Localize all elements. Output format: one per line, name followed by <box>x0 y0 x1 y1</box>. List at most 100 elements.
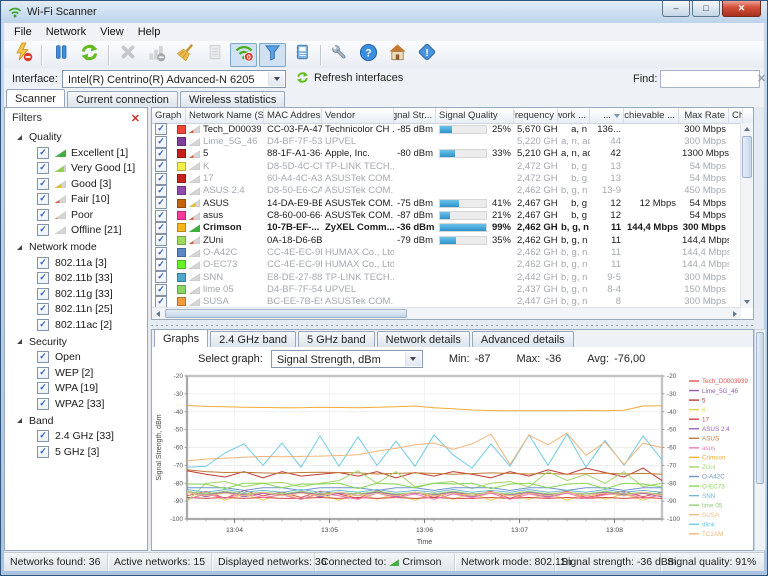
scrollbar-thumb[interactable] <box>165 309 407 318</box>
row-checkbox[interactable]: ✓ <box>155 234 167 246</box>
column-header-channel[interactable]: ... <box>590 108 624 123</box>
column-header-signal-quality[interactable]: Signal Quality <box>436 108 514 123</box>
filter-checkbox[interactable]: ✓ <box>37 209 49 221</box>
table-row[interactable]: ✓asusC8-60-00-66-...ASUSTek COM...-87 dB… <box>152 209 741 221</box>
column-header-frequency[interactable]: Frequency <box>514 108 558 123</box>
report-button[interactable] <box>288 43 315 67</box>
table-horizontal-scrollbar[interactable] <box>152 307 741 319</box>
find-clear-icon[interactable]: ✕ <box>757 72 766 85</box>
cleanup-button[interactable] <box>172 43 199 67</box>
row-checkbox[interactable]: ✓ <box>155 185 167 197</box>
minimize-button[interactable]: – <box>662 1 690 17</box>
filter-group-security[interactable]: Security <box>5 333 147 350</box>
filter-checkbox[interactable]: ✓ <box>37 224 49 236</box>
row-checkbox[interactable]: ✓ <box>155 284 167 296</box>
tab-advanced-details[interactable]: Advanced details <box>472 331 574 347</box>
filter-checkbox[interactable]: ✓ <box>37 193 49 205</box>
scrollbar-thumb[interactable] <box>742 136 752 178</box>
interface-select[interactable]: Intel(R) Centrino(R) Advanced-N 6205 <box>62 70 286 88</box>
row-checkbox[interactable]: ✓ <box>155 136 167 148</box>
filter-checkbox[interactable]: ✓ <box>37 398 49 410</box>
hide-offline-button[interactable]: 0 <box>230 43 257 67</box>
scrollbar-thumb[interactable] <box>756 332 764 484</box>
row-checkbox[interactable]: ✓ <box>155 210 167 222</box>
filter-checkbox[interactable]: ✓ <box>37 162 49 174</box>
column-header-graph[interactable]: Graph <box>152 108 186 123</box>
graphs-vertical-scrollbar[interactable] <box>754 329 766 551</box>
refresh-button[interactable] <box>76 43 103 67</box>
tab-5-ghz-band[interactable]: 5 GHz band <box>298 331 375 347</box>
filter-group-network-mode[interactable]: Network mode <box>5 238 147 255</box>
column-header-achievable[interactable]: Achievable ... <box>624 108 679 123</box>
table-row[interactable]: ✓Tech_D0003939CC-03-FA-47-...Technicolor… <box>152 123 741 135</box>
tab-graphs[interactable]: Graphs <box>154 329 208 347</box>
column-header-max-rate[interactable]: Max Rate <box>679 108 729 123</box>
filter-group-quality[interactable]: Quality <box>5 128 147 145</box>
filter-checkbox[interactable]: ✓ <box>37 257 49 269</box>
scroll-left-icon[interactable] <box>152 308 164 319</box>
row-checkbox[interactable]: ✓ <box>155 123 167 135</box>
title-bar[interactable]: Wi-Fi Scanner – □ ✕ <box>1 1 767 23</box>
table-row[interactable]: ✓O-A42CCC-4E-EC-9B-...HUMAX Co., Ltd.2,4… <box>152 246 741 258</box>
row-checkbox[interactable]: ✓ <box>155 222 167 234</box>
filter-checkbox[interactable]: ✓ <box>37 351 49 363</box>
panel-splitter[interactable] <box>151 322 754 328</box>
tab-scanner[interactable]: Scanner <box>6 89 65 107</box>
filter-checkbox[interactable]: ✓ <box>37 319 49 331</box>
scroll-up-icon[interactable] <box>741 123 753 135</box>
column-header-signal-str[interactable]: Signal Str... <box>394 108 436 123</box>
row-checkbox[interactable]: ✓ <box>155 160 167 172</box>
settings-button[interactable] <box>326 43 353 67</box>
maximize-button[interactable]: □ <box>692 1 720 17</box>
filter-checkbox[interactable]: ✓ <box>37 446 49 458</box>
find-input[interactable] <box>660 70 760 88</box>
close-button[interactable]: ✕ <box>722 1 761 17</box>
expand-arrow-icon[interactable] <box>17 339 22 344</box>
table-row[interactable]: ✓ASUS 2.4D8-50-E6-CA-...ASUSTek COM...2,… <box>152 185 741 197</box>
filter-checkbox[interactable]: ✓ <box>37 178 49 190</box>
filter-group-band[interactable]: Band <box>5 412 147 429</box>
filter-checkbox[interactable]: ✓ <box>37 288 49 300</box>
menu-network[interactable]: Network <box>39 24 93 40</box>
about-button[interactable]: ! <box>413 43 440 67</box>
column-header-network[interactable]: Network ... <box>558 108 590 123</box>
table-row[interactable]: ✓Crimson10-7B-EF-...ZyXEL Comm...-36 dBm… <box>152 222 741 234</box>
column-header-mac-address[interactable]: MAC Address... <box>264 108 322 123</box>
pause-button[interactable] <box>47 43 74 67</box>
row-checkbox[interactable]: ✓ <box>155 247 167 259</box>
menu-view[interactable]: View <box>93 24 131 40</box>
row-checkbox[interactable]: ✓ <box>155 197 167 209</box>
table-row[interactable]: ✓1760-A4-4C-A3-...ASUSTek COM...2,472 GH… <box>152 172 741 184</box>
table-row[interactable]: ✓lime 05D4-BF-7F-54-...UPVEL2,437 GHzb, … <box>152 283 741 295</box>
tab-wireless-statistics[interactable]: Wireless statistics <box>180 91 285 107</box>
table-row[interactable]: ✓SNNE8-DE-27-88-...TP-LINK TECH...2,442 … <box>152 271 741 283</box>
filter-checkbox[interactable]: ✓ <box>37 367 49 379</box>
scroll-down-icon[interactable] <box>741 296 753 308</box>
tab-2-4-ghz-band[interactable]: 2.4 GHz band <box>210 331 296 347</box>
help-button[interactable]: ? <box>355 43 382 67</box>
tab-current-connection[interactable]: Current connection <box>67 91 178 107</box>
scroll-right-icon[interactable] <box>729 308 741 319</box>
refresh-interfaces-button[interactable]: Refresh interfaces <box>296 71 403 84</box>
column-header-chan[interactable]: Chan <box>729 108 743 123</box>
table-row[interactable]: ✓ASUS14-DA-E9-BB-...ASUSTek COM...-75 dB… <box>152 197 741 209</box>
row-checkbox[interactable]: ✓ <box>155 259 167 271</box>
table-row[interactable]: ✓Lime_5G_46D4-BF-7F-53-...UPVEL5,220 GHz… <box>152 135 741 147</box>
filter-checkbox[interactable]: ✓ <box>37 382 49 394</box>
filter-checkbox[interactable]: ✓ <box>37 272 49 284</box>
scan-button[interactable] <box>9 43 36 67</box>
column-header-vendor[interactable]: Vendor <box>322 108 394 123</box>
filters-close-icon[interactable]: ✕ <box>131 112 140 125</box>
table-row[interactable]: ✓ZUni0A-18-D6-6B-...-79 dBm35%2,462 GHzb… <box>152 234 741 246</box>
graph-type-select[interactable]: Signal Strength, dBm <box>271 350 423 368</box>
home-button[interactable] <box>384 43 411 67</box>
table-row[interactable]: ✓KD8-5D-4C-CF-...TP-LINK TECH...2,472 GH… <box>152 160 741 172</box>
row-checkbox[interactable]: ✓ <box>155 271 167 283</box>
expand-arrow-icon[interactable] <box>17 418 22 423</box>
table-row[interactable]: ✓588-1F-A1-36-...Apple, Inc.-80 dBm33%5,… <box>152 148 741 160</box>
column-header-network-name-ssid[interactable]: Network Name (SSID) <box>186 108 264 123</box>
tab-network-details[interactable]: Network details <box>377 331 470 347</box>
filter-checkbox[interactable]: ✓ <box>37 303 49 315</box>
row-checkbox[interactable]: ✓ <box>155 148 167 160</box>
row-checkbox[interactable]: ✓ <box>155 173 167 185</box>
